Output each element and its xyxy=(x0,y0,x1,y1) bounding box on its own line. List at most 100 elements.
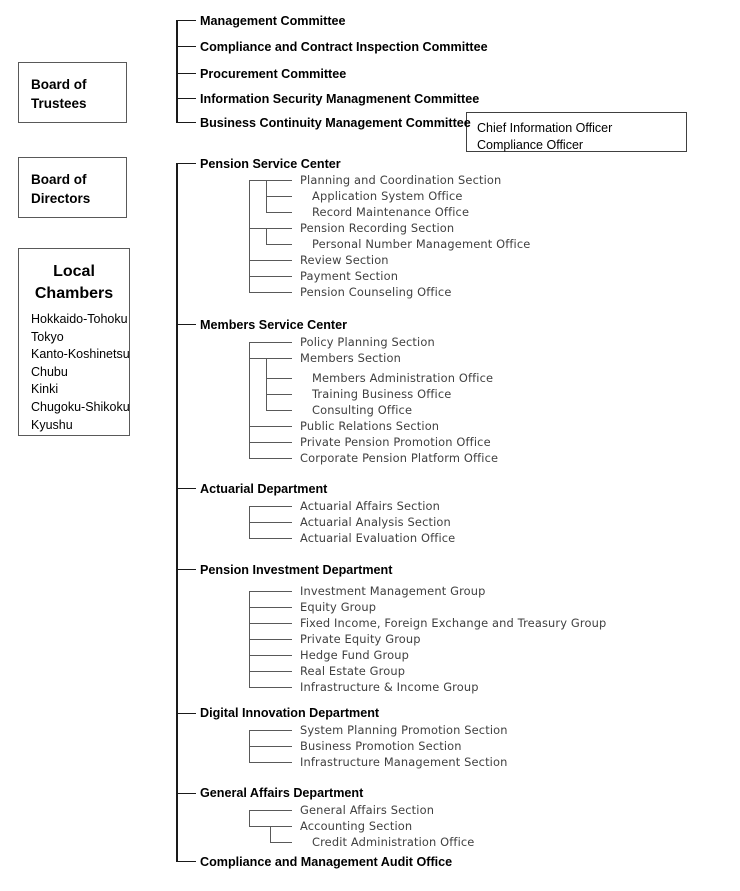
office-personal-number-management: Personal Number Management Office xyxy=(312,237,531,251)
board-of-trustees-box: Board of Trustees xyxy=(18,62,127,123)
section-accounting: Accounting Section xyxy=(300,819,413,833)
subtree-stub xyxy=(249,809,292,811)
subtree-stub xyxy=(249,291,292,293)
subtree-stub xyxy=(249,521,292,523)
group-real-estate: Real Estate Group xyxy=(300,664,406,678)
committee-procurement: Procurement Committee xyxy=(200,67,347,81)
department-stub xyxy=(176,860,196,863)
list-item: Tokyo xyxy=(31,329,64,344)
section-infrastructure-management: Infrastructure Management Section xyxy=(300,755,508,769)
subtree-stub xyxy=(249,537,292,539)
subtree-stub xyxy=(249,638,292,640)
group-infrastructure-income: Infrastructure & Income Group xyxy=(300,680,479,694)
board-of-directors-line-2: Directors xyxy=(31,191,91,206)
subtree-stub xyxy=(249,259,292,261)
subtree-stub xyxy=(249,505,292,507)
board-of-trustees-line-2: Trustees xyxy=(31,96,87,111)
list-item: Chugoku-Shikoku xyxy=(31,399,130,414)
office-pension-counseling: Pension Counseling Office xyxy=(300,285,452,299)
committee-stub xyxy=(176,97,196,100)
office-members-administration: Members Administration Office xyxy=(312,371,494,385)
committee-business-continuity: Business Continuity Management Committee xyxy=(200,116,471,130)
group-investment-management: Investment Management Group xyxy=(300,584,486,598)
section-actuarial-affairs: Actuarial Affairs Section xyxy=(300,499,440,513)
section-pension-recording: Pension Recording Section xyxy=(300,221,455,235)
group-private-equity: Private Equity Group xyxy=(300,632,421,646)
subtree-trunk xyxy=(270,826,272,842)
committee-stub xyxy=(176,19,196,22)
subtree-stub xyxy=(249,341,292,343)
subtree-stub xyxy=(249,425,292,427)
subtree-stub xyxy=(249,686,292,688)
department-stub xyxy=(176,487,196,490)
office-consulting: Consulting Office xyxy=(312,403,413,417)
subtree-stub xyxy=(249,606,292,608)
compliance-officer-label: Compliance Officer xyxy=(477,138,584,152)
office-application-system: Application System Office xyxy=(312,189,463,203)
subtree-stub xyxy=(249,457,292,459)
department-stub xyxy=(176,162,196,165)
subtree-stub xyxy=(249,227,292,229)
subtree-stub xyxy=(266,377,292,379)
list-item: Kanto-Koshinetsu xyxy=(31,347,130,362)
local-chambers-title: Local Chambers xyxy=(19,261,129,305)
department-members-service-center: Members Service Center xyxy=(200,318,347,332)
subtree-stub xyxy=(266,211,292,213)
department-stub xyxy=(176,323,196,326)
board-of-trustees-label: Board of Trustees xyxy=(31,75,87,113)
office-credit-administration: Credit Administration Office xyxy=(312,835,475,849)
subtree-stub xyxy=(249,654,292,656)
committee-stub xyxy=(176,45,196,48)
office-private-pension-promotion: Private Pension Promotion Office xyxy=(300,435,491,449)
subtree-trunk xyxy=(266,228,268,244)
department-stub xyxy=(176,712,196,715)
organization-chart: Board of Trustees Board of Directors Loc… xyxy=(0,0,740,891)
subtree-stub xyxy=(266,393,292,395)
subtree-stub xyxy=(249,761,292,763)
board-of-directors-label: Board of Directors xyxy=(31,170,90,208)
chief-information-officer-label: Chief Information Officer xyxy=(477,121,613,135)
subtree-stub xyxy=(249,729,292,731)
officer-box: Chief Information Officer Compliance Off… xyxy=(466,112,687,152)
subtree-stub xyxy=(249,441,292,443)
subtree-stub xyxy=(270,841,292,843)
section-planning-and-coordination: Planning and Coordination Section xyxy=(300,173,502,187)
section-business-promotion: Business Promotion Section xyxy=(300,739,462,753)
office-actuarial-evaluation: Actuarial Evaluation Office xyxy=(300,531,456,545)
subtree-stub xyxy=(249,357,292,359)
section-policy-planning: Policy Planning Section xyxy=(300,335,435,349)
committee-information-security: Information Security Managmenent Committ… xyxy=(200,92,480,106)
subtree-stub xyxy=(266,243,292,245)
office-record-maintenance: Record Maintenance Office xyxy=(312,205,470,219)
department-general-affairs: General Affairs Department xyxy=(200,786,364,800)
section-actuarial-analysis: Actuarial Analysis Section xyxy=(300,515,451,529)
list-item: Chubu xyxy=(31,364,68,379)
office-compliance-and-management-audit: Compliance and Management Audit Office xyxy=(200,855,453,869)
list-item: Hokkaido-Tohoku xyxy=(31,312,128,326)
group-hedge-fund: Hedge Fund Group xyxy=(300,648,409,662)
department-actuarial: Actuarial Department xyxy=(200,482,328,496)
department-pension-service-center: Pension Service Center xyxy=(200,157,341,171)
department-stub xyxy=(176,792,196,795)
list-item: Kinki xyxy=(31,382,59,397)
list-item: Kyushu xyxy=(31,417,73,432)
subtree-trunk xyxy=(266,358,268,410)
department-trunk xyxy=(176,163,178,861)
group-equity: Equity Group xyxy=(300,600,377,614)
committee-stub xyxy=(176,72,196,75)
committee-trunk xyxy=(176,20,178,122)
subtree-stub xyxy=(249,670,292,672)
subtree-stub xyxy=(249,745,292,747)
department-pension-investment: Pension Investment Department xyxy=(200,563,393,577)
section-review: Review Section xyxy=(300,253,389,267)
board-of-directors-box: Board of Directors xyxy=(18,157,127,218)
committee-management: Management Committee xyxy=(200,14,346,28)
office-training-business: Training Business Office xyxy=(312,387,452,401)
subtree-stub xyxy=(249,275,292,277)
group-fixed-income-fx-treasury: Fixed Income, Foreign Exchange and Treas… xyxy=(300,616,607,630)
office-corporate-pension-platform: Corporate Pension Platform Office xyxy=(300,451,499,465)
local-chambers-box: Local Chambers Hokkaido-Tohoku Tokyo Kan… xyxy=(18,248,130,436)
section-general-affairs: General Affairs Section xyxy=(300,803,435,817)
department-digital-innovation: Digital Innovation Department xyxy=(200,706,380,720)
section-public-relations: Public Relations Section xyxy=(300,419,440,433)
